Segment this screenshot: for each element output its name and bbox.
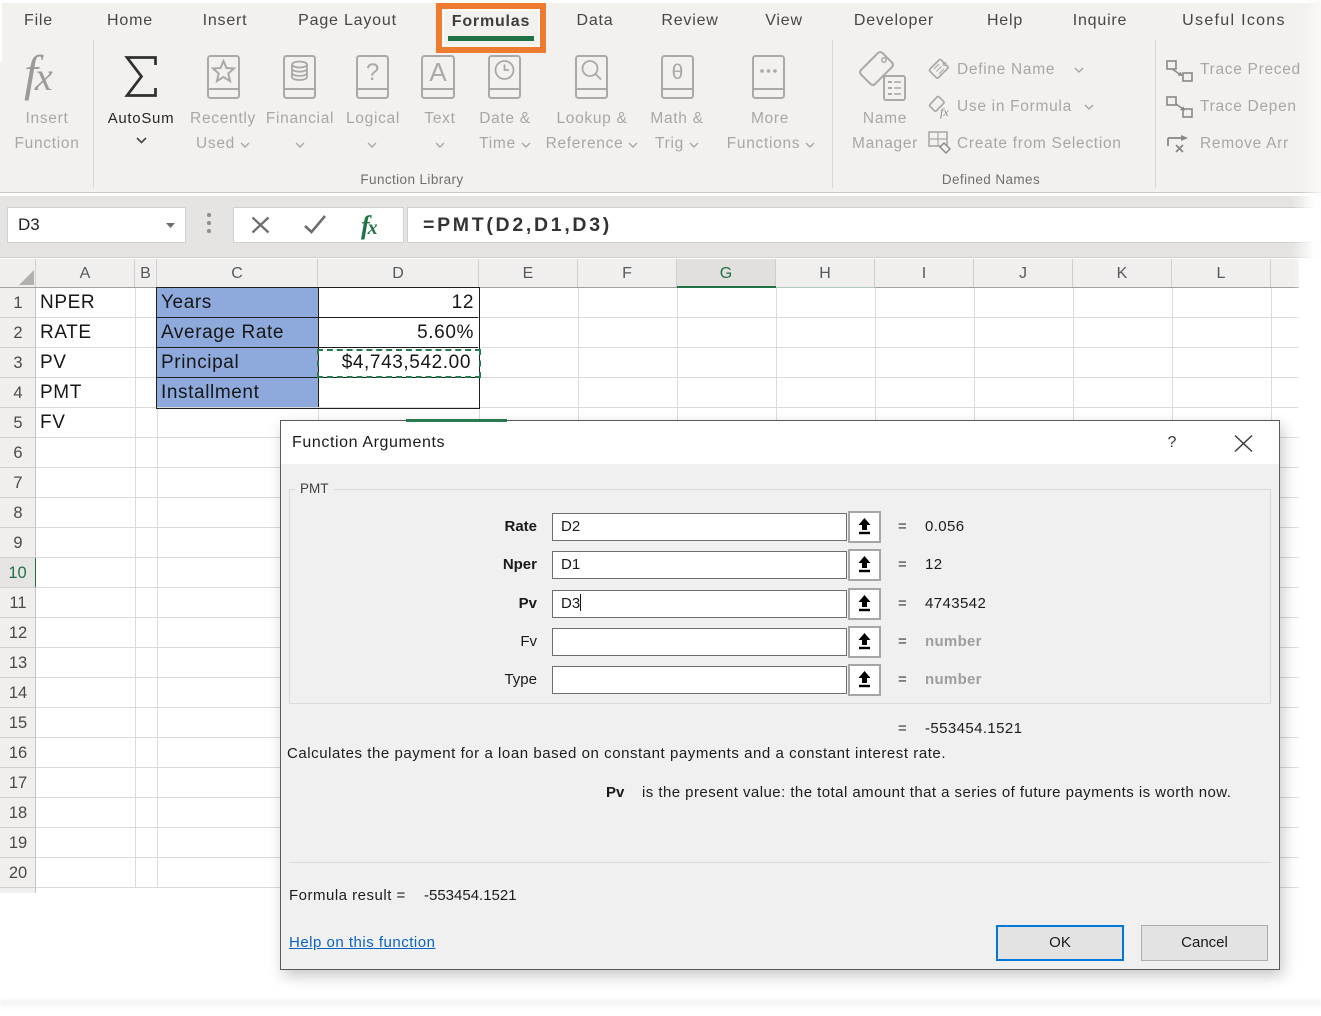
svg-text:?: ? [366, 59, 379, 86]
svg-text:θ: θ [672, 61, 684, 84]
svg-text:A: A [429, 57, 447, 87]
svg-text:fx: fx [940, 105, 949, 119]
